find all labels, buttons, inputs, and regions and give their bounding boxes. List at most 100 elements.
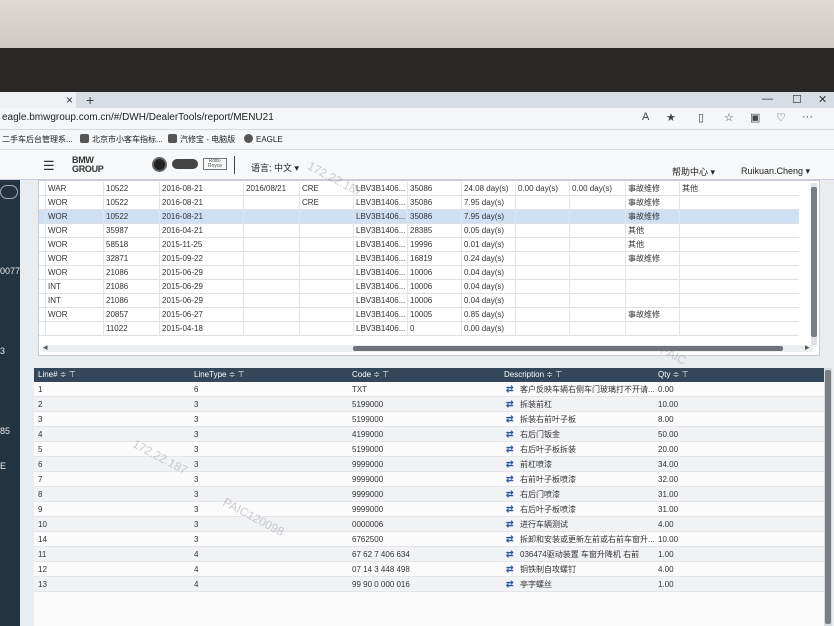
hamburger-menu-icon[interactable]: ☰ <box>43 158 55 174</box>
description-detail-icon[interactable]: ⇄ <box>506 520 516 529</box>
table-row[interactable]: 3 3 5199000 ⇄ 拆装右前叶子板 8.00 <box>34 412 824 427</box>
close-window-icon[interactable]: ✕ <box>818 93 827 106</box>
table-row[interactable]: WOR 35987 2016-04-21 LBV3B1406... 28385 0.05 … <box>39 224 799 238</box>
help-center-menu[interactable]: 帮助中心 ▾ <box>672 165 715 178</box>
browser-tab-active[interactable]: × <box>0 92 76 108</box>
favorites-icon[interactable]: ☆ <box>724 111 734 124</box>
bookmark-item[interactable]: EAGLE <box>244 134 283 144</box>
more-menu-icon[interactable]: ··· <box>802 111 813 123</box>
scroll-right-icon[interactable]: ▸ <box>805 342 810 353</box>
table-row[interactable]: WOR 10522 2016-08-21 LBV3B1406... 35086 7.95 … <box>39 210 799 224</box>
extensions-icon[interactable]: ♡ <box>776 111 786 124</box>
collections-icon[interactable]: ▣ <box>750 111 760 124</box>
description-detail-icon[interactable]: ⇄ <box>506 490 516 499</box>
description-detail-icon[interactable]: ⇄ <box>506 475 516 484</box>
table-row[interactable]: 11022 2015-04-18 LBV3B1406... 0 0.00 day(s) <box>39 322 799 336</box>
description-detail-icon[interactable]: ⇄ <box>506 415 516 424</box>
user-menu[interactable]: Ruikuan.Cheng ▾ <box>741 166 810 177</box>
description-detail-icon[interactable]: ⇄ <box>506 565 516 574</box>
table-cell: 1.00 <box>658 580 674 589</box>
table-row[interactable]: WOR 20857 2015-06-27 LBV3B1406... 10005 0.85 … <box>39 308 799 322</box>
table-row[interactable]: 5 3 5199000 ⇄ 右后叶子板拆装 20.00 <box>34 442 824 457</box>
table-row[interactable]: 12 4 07 14 3 448 498 ⇄ 铜铁制自攻螺钉 4.00 <box>34 562 824 577</box>
table-row[interactable]: WOR 58518 2015-11-25 LBV3B1406... 19996 0.01 … <box>39 238 799 252</box>
column-header-line[interactable]: Line# ≑ ⊤ <box>38 368 76 382</box>
table-cell: 31.00 <box>658 505 679 514</box>
table-row[interactable]: WAR 10522 2016-08-21 2016/08/21 CRE LBV3B1406… <box>39 182 799 196</box>
table-cell: 1 <box>38 385 43 394</box>
table-cell <box>569 266 625 280</box>
table-cell <box>243 308 299 322</box>
bookmark-item[interactable]: 汽修宝 - 电脑版 <box>168 134 235 145</box>
table-row[interactable]: 6 3 9999000 ⇄ 前杠喷漆 34.00 <box>34 457 824 472</box>
maximize-icon[interactable]: ☐ <box>792 93 802 106</box>
tab-close-icon[interactable]: × <box>66 93 73 107</box>
table-row[interactable]: INT 21086 2015-06-29 LBV3B1406... 10006 0.04 … <box>39 294 799 308</box>
table-row[interactable]: 13 4 99 90 0 000 016 ⇄ 亭字螺丝 1.00 <box>34 577 824 592</box>
address-bar[interactable]: eagle.bmwgroup.com.cn/#/DWH/DealerTools/… <box>0 108 834 130</box>
table-cell: 5199000 <box>352 445 384 454</box>
header-separator <box>234 156 235 174</box>
table-cell: 0.04 day(s) <box>461 280 515 294</box>
table-cell: 16819 <box>407 252 461 266</box>
column-header-description[interactable]: Description ≑ ⊤ <box>504 368 562 382</box>
url-text[interactable]: eagle.bmwgroup.com.cn/#/DWH/DealerTools/… <box>2 112 274 123</box>
table-cell <box>569 210 625 224</box>
description-detail-icon[interactable]: ⇄ <box>506 505 516 514</box>
description-detail-icon[interactable]: ⇄ <box>506 580 516 589</box>
table-cell: 13 <box>38 580 47 589</box>
table-cell: 3 <box>194 430 199 439</box>
table-row[interactable]: WOR 32871 2015-09-22 LBV3B1406... 16819 0.24 … <box>39 252 799 266</box>
description-detail-icon[interactable]: ⇄ <box>506 385 516 394</box>
table-row[interactable]: 4 3 4199000 ⇄ 右后门钣金 50.00 <box>34 427 824 442</box>
table-cell <box>515 252 569 266</box>
table-row[interactable]: INT 21086 2015-06-29 LBV3B1406... 10006 0.04 … <box>39 280 799 294</box>
split-screen-icon[interactable]: ▯ <box>698 111 704 124</box>
bookmark-item[interactable]: 北京市小客车指标... <box>80 134 163 145</box>
language-selector[interactable]: 语言: 中文 ▾ <box>251 161 299 174</box>
table-row[interactable]: WOR 21086 2015-06-29 LBV3B1406... 10006 0.04 … <box>39 266 799 280</box>
description-detail-icon[interactable]: ⇄ <box>506 445 516 454</box>
description-detail-icon[interactable]: ⇄ <box>506 460 516 469</box>
read-aloud-icon[interactable]: A <box>642 111 649 123</box>
table-row[interactable]: 10 3 0000006 ⇄ 进行车辆测试 4.00 <box>34 517 824 532</box>
scroll-thumb[interactable] <box>353 346 783 351</box>
vertical-scrollbar[interactable] <box>811 183 817 345</box>
vertical-scrollbar[interactable] <box>824 368 832 626</box>
table-row[interactable]: 2 3 5199000 ⇄ 拆装前杠 10.00 <box>34 397 824 412</box>
scroll-thumb[interactable] <box>825 370 831 624</box>
horizontal-scrollbar[interactable]: ◂ ▸ <box>43 342 813 353</box>
column-header-code[interactable]: Code ≑ ⊤ <box>352 368 389 382</box>
bookmark-favicon-icon <box>168 134 177 143</box>
column-header-qty[interactable]: Qty ≑ ⊤ <box>658 368 689 382</box>
table-row[interactable]: WOR 10522 2016-08-21 CRE LBV3B1406... 35086 7.… <box>39 196 799 210</box>
scroll-thumb[interactable] <box>811 187 817 337</box>
description-detail-icon[interactable]: ⇄ <box>506 550 516 559</box>
table-cell: WOR <box>45 252 103 266</box>
table-row[interactable]: 14 3 6762500 ⇄ 拆卸和安装或更新左前或右前车窗升... 10.00 <box>34 532 824 547</box>
table-row[interactable]: 9 3 9999000 ⇄ 右后叶子板喷漆 31.00 <box>34 502 824 517</box>
scroll-left-icon[interactable]: ◂ <box>43 342 48 353</box>
table-cell: 0.00 <box>658 385 674 394</box>
description-detail-icon[interactable]: ⇄ <box>506 430 516 439</box>
description-detail-icon[interactable]: ⇄ <box>506 535 516 544</box>
table-cell: 21086 <box>103 294 159 308</box>
main-panel: WAR 10522 2016-08-21 2016/08/21 CRE LBV3B1406… <box>20 159 834 626</box>
table-cell <box>243 322 299 336</box>
table-row[interactable]: 7 3 9999000 ⇄ 右前叶子板喷漆 32.00 <box>34 472 824 487</box>
bookmark-item[interactable]: 二手车后台管理系... <box>2 134 73 145</box>
table-cell <box>515 266 569 280</box>
table-cell: 7 <box>38 475 43 484</box>
table-row[interactable]: 1 6 TXT ⇄ 客户反映车辆右侧车门玻璃打不开请... 0.00 <box>34 382 824 397</box>
search-icon[interactable] <box>0 185 18 199</box>
table-cell: 31.00 <box>658 490 679 499</box>
table-row[interactable]: 11 4 67 62 7 406 634 ⇄ 036474驱动装置 车窗升降机 右前 1.… <box>34 547 824 562</box>
minimize-icon[interactable]: — <box>762 93 773 105</box>
table-row[interactable]: 8 3 9999000 ⇄ 右后门喷漆 31.00 <box>34 487 824 502</box>
new-tab-icon[interactable]: + <box>86 92 94 108</box>
table-cell <box>679 210 733 224</box>
description-detail-icon[interactable]: ⇄ <box>506 400 516 409</box>
column-header-linetype[interactable]: LineType ≑ ⊤ <box>194 368 245 382</box>
favorite-star-icon[interactable]: ★ <box>666 111 676 124</box>
table-cell: LBV3B1406... <box>353 210 407 224</box>
